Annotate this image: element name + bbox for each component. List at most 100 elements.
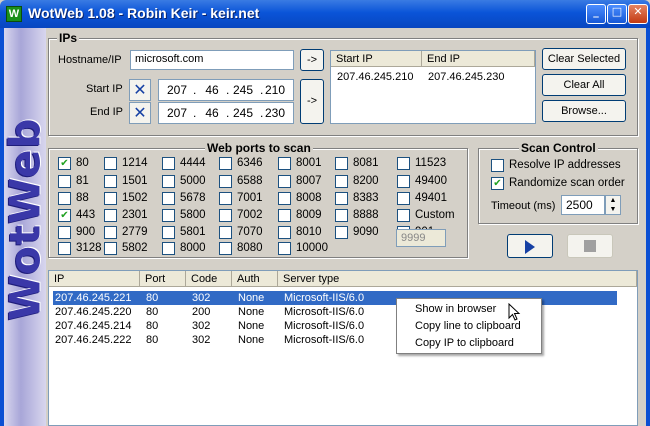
port-checkbox[interactable] bbox=[58, 192, 71, 205]
stop-scan-button[interactable] bbox=[567, 234, 613, 258]
port-label: 443 bbox=[76, 209, 96, 221]
ip-range-list[interactable]: Start IP End IP 207.46.245.210 207.46.24… bbox=[330, 50, 536, 124]
cell-auth: None bbox=[238, 306, 265, 318]
port-checkbox[interactable] bbox=[397, 209, 410, 222]
clear-end-ip-button[interactable]: ✕ bbox=[129, 102, 151, 124]
port-checkbox[interactable] bbox=[278, 157, 291, 170]
menu-copy-line[interactable]: Copy line to clipboard bbox=[415, 320, 521, 332]
port-label: 8009 bbox=[296, 209, 322, 221]
port-checkbox[interactable] bbox=[162, 242, 175, 255]
column-port[interactable]: Port bbox=[140, 271, 186, 287]
port-checkbox[interactable] bbox=[162, 209, 175, 222]
add-hostname-button[interactable]: -> bbox=[300, 49, 324, 71]
column-auth[interactable]: Auth bbox=[232, 271, 278, 287]
clear-selected-button[interactable]: Clear Selected bbox=[542, 48, 626, 70]
port-checkbox[interactable] bbox=[58, 175, 71, 188]
port-checkbox[interactable] bbox=[219, 242, 232, 255]
close-button[interactable]: ✕ bbox=[628, 4, 648, 24]
app-icon[interactable]: W bbox=[6, 6, 22, 22]
column-start-ip[interactable]: Start IP bbox=[331, 51, 422, 67]
port-label: 9090 bbox=[353, 226, 379, 238]
start-scan-button[interactable] bbox=[507, 234, 553, 258]
cell-server: Microsoft-IIS/6.0 bbox=[284, 306, 365, 318]
port-checkbox[interactable] bbox=[335, 192, 348, 205]
minimize-button[interactable]: _ bbox=[586, 4, 606, 24]
port-label: 8080 bbox=[237, 242, 263, 254]
hostname-input[interactable]: microsoft.com bbox=[130, 50, 294, 70]
port-checkbox[interactable] bbox=[162, 192, 175, 205]
column-server-type[interactable]: Server type bbox=[278, 271, 637, 287]
port-checkbox[interactable] bbox=[219, 175, 232, 188]
port-checkbox[interactable] bbox=[219, 192, 232, 205]
port-checkbox[interactable] bbox=[278, 175, 291, 188]
cell-auth: None bbox=[238, 334, 265, 346]
port-checkbox[interactable] bbox=[335, 209, 348, 222]
port-checkbox[interactable] bbox=[104, 242, 117, 255]
port-checkbox[interactable]: ✔ bbox=[58, 157, 71, 170]
maximize-button[interactable]: □ bbox=[607, 4, 627, 24]
column-ip[interactable]: IP bbox=[49, 271, 140, 287]
port-checkbox[interactable] bbox=[278, 226, 291, 239]
port-label: 4444 bbox=[180, 157, 206, 169]
port-label: 8888 bbox=[353, 209, 379, 221]
port-checkbox[interactable] bbox=[219, 157, 232, 170]
resolve-ip-checkbox[interactable] bbox=[491, 159, 504, 172]
title-bar[interactable]: W WotWeb 1.08 - Robin Keir - keir.net _ … bbox=[0, 0, 650, 28]
column-code[interactable]: Code bbox=[186, 271, 232, 287]
randomize-order-label: Randomize scan order bbox=[509, 177, 625, 189]
port-checkbox[interactable] bbox=[104, 175, 117, 188]
browse-button[interactable]: Browse... bbox=[542, 100, 626, 122]
start-ip-label: Start IP bbox=[86, 83, 123, 95]
port-checkbox[interactable] bbox=[397, 157, 410, 170]
port-checkbox[interactable]: ✔ bbox=[58, 209, 71, 222]
port-checkbox[interactable] bbox=[278, 209, 291, 222]
port-checkbox[interactable] bbox=[335, 157, 348, 170]
stop-icon bbox=[584, 240, 596, 252]
port-checkbox[interactable] bbox=[58, 242, 71, 255]
port-checkbox[interactable] bbox=[104, 226, 117, 239]
range-end-cell[interactable]: 207.46.245.230 bbox=[428, 70, 504, 84]
port-label: Custom bbox=[415, 209, 455, 221]
add-range-button[interactable]: -> bbox=[300, 79, 324, 124]
menu-show-in-browser[interactable]: Show in browser bbox=[415, 303, 496, 315]
timeout-spinner[interactable]: ▲ ▼ bbox=[605, 195, 621, 215]
port-checkbox[interactable] bbox=[335, 175, 348, 188]
port-checkbox[interactable] bbox=[58, 226, 71, 239]
port-checkbox[interactable] bbox=[335, 226, 348, 239]
randomize-order-checkbox[interactable]: ✔ bbox=[491, 177, 504, 190]
end-ip-label: End IP bbox=[90, 106, 124, 118]
port-checkbox[interactable] bbox=[104, 192, 117, 205]
port-checkbox[interactable] bbox=[397, 175, 410, 188]
port-checkbox[interactable] bbox=[162, 175, 175, 188]
column-end-ip[interactable]: End IP bbox=[422, 51, 535, 67]
port-label: 5678 bbox=[180, 192, 206, 204]
port-label: 6346 bbox=[237, 157, 263, 169]
window-title: WotWeb 1.08 - Robin Keir - keir.net bbox=[28, 5, 260, 21]
port-checkbox[interactable] bbox=[219, 226, 232, 239]
cell-port: 80 bbox=[146, 334, 159, 346]
port-label: 8200 bbox=[353, 175, 379, 187]
ips-group-title: IPs bbox=[57, 31, 80, 45]
port-label: 1214 bbox=[122, 157, 148, 169]
port-label: 8081 bbox=[353, 157, 379, 169]
timeout-input[interactable]: 2500 bbox=[561, 195, 605, 215]
port-label: 7001 bbox=[237, 192, 263, 204]
clear-start-ip-button[interactable]: ✕ bbox=[129, 79, 151, 101]
port-label: 8000 bbox=[180, 242, 206, 254]
cell-server: Microsoft-IIS/6.0 bbox=[284, 334, 365, 346]
port-checkbox[interactable] bbox=[104, 157, 117, 170]
port-label: 10000 bbox=[296, 242, 328, 254]
port-checkbox[interactable] bbox=[278, 192, 291, 205]
port-checkbox[interactable] bbox=[278, 242, 291, 255]
range-start-cell[interactable]: 207.46.245.210 bbox=[337, 70, 413, 84]
cell-port: 80 bbox=[146, 306, 159, 318]
port-checkbox[interactable] bbox=[219, 209, 232, 222]
custom-port-input[interactable]: 9999 bbox=[396, 229, 446, 247]
port-checkbox[interactable] bbox=[397, 192, 410, 205]
clear-all-button[interactable]: Clear All bbox=[542, 74, 626, 96]
menu-copy-ip[interactable]: Copy IP to clipboard bbox=[415, 337, 514, 349]
port-checkbox[interactable] bbox=[162, 157, 175, 170]
results-list[interactable]: IP Port Code Auth Server type 207.46.245… bbox=[48, 270, 638, 426]
port-checkbox[interactable] bbox=[104, 209, 117, 222]
port-checkbox[interactable] bbox=[162, 226, 175, 239]
